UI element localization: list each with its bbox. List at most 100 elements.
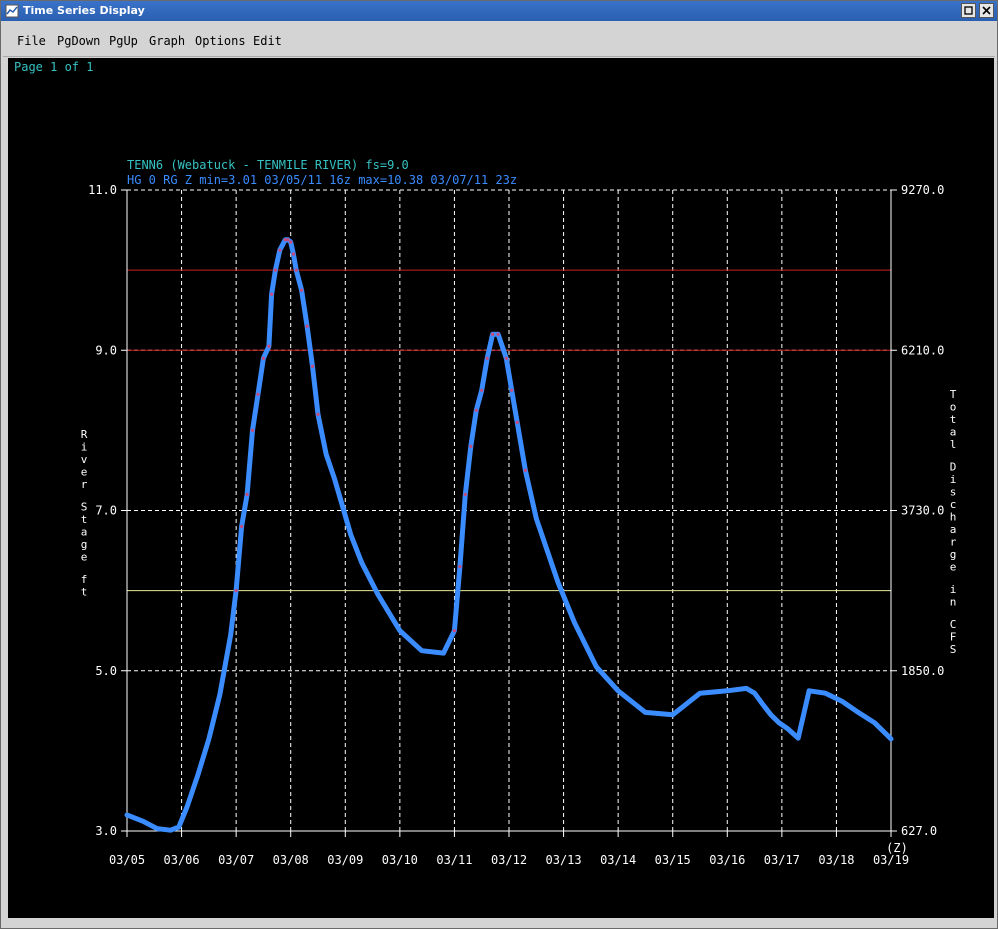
observation-marker bbox=[469, 444, 473, 448]
menu-edit[interactable]: Edit bbox=[253, 34, 282, 48]
x-unit-label: (Z) bbox=[886, 841, 908, 855]
observation-marker bbox=[291, 252, 295, 256]
x-tick-label: 03/11 bbox=[436, 853, 472, 867]
svg-text:g: g bbox=[81, 538, 88, 551]
observation-marker bbox=[458, 565, 462, 569]
observation-marker bbox=[286, 238, 290, 242]
svg-text:r: r bbox=[81, 478, 88, 491]
observation-marker bbox=[474, 408, 478, 412]
x-tick-label: 03/18 bbox=[818, 853, 854, 867]
x-tick-label: 03/05 bbox=[109, 853, 145, 867]
menu-options[interactable]: Options bbox=[195, 34, 246, 48]
svg-text:n: n bbox=[950, 596, 957, 609]
svg-text:v: v bbox=[81, 453, 88, 466]
observation-marker bbox=[267, 344, 271, 348]
app-icon bbox=[5, 4, 19, 18]
observation-marker bbox=[294, 268, 298, 272]
y2-axis-label: TotalDischargeinCFS bbox=[950, 388, 957, 656]
menu-pgup[interactable]: PgUp bbox=[109, 34, 138, 48]
observation-marker bbox=[300, 288, 304, 292]
svg-text:t: t bbox=[81, 586, 88, 599]
label-layer: 03/05 03/06 03/07 03/08 03/09 03/10 03/11 03/12… bbox=[81, 183, 957, 867]
observation-marker bbox=[234, 589, 238, 593]
svg-text:T: T bbox=[950, 388, 957, 401]
plot-area: Page 1 of 1 TENN6 (Webatuck - TENMILE RI… bbox=[8, 58, 994, 918]
observation-marker bbox=[515, 420, 519, 424]
svg-text:D: D bbox=[950, 461, 957, 474]
svg-text:i: i bbox=[950, 473, 957, 486]
chart-title: TENN6 (Webatuck - TENMILE RIVER) fs=9.0 bbox=[127, 158, 409, 172]
svg-text:l: l bbox=[950, 438, 957, 451]
x-tick-label: 03/19 bbox=[873, 853, 909, 867]
menu-bar: File PgDown PgUp Graph Options Edit bbox=[3, 26, 995, 57]
time-series-chart: TENN6 (Webatuck - TENMILE RIVER) fs=9.0 … bbox=[81, 158, 957, 867]
x-tick-label: 03/09 bbox=[327, 853, 363, 867]
observation-marker bbox=[273, 268, 277, 272]
observation-marker bbox=[310, 364, 315, 368]
y2-tick-label: 9270.0 bbox=[901, 183, 944, 197]
menu-graph[interactable]: Graph bbox=[149, 34, 185, 48]
observation-marker bbox=[480, 388, 484, 392]
window-title: Time Series Display bbox=[23, 4, 145, 17]
observation-marker bbox=[523, 468, 528, 472]
observation-marker bbox=[316, 412, 320, 416]
x-tick-label: 03/17 bbox=[764, 853, 800, 867]
observation-marker bbox=[504, 356, 508, 360]
svg-text:g: g bbox=[950, 548, 957, 561]
svg-text:o: o bbox=[950, 401, 957, 414]
observation-marker bbox=[510, 388, 514, 392]
x-tick-label: 03/10 bbox=[382, 853, 418, 867]
menu-file[interactable]: File bbox=[17, 34, 46, 48]
minimize-icon[interactable] bbox=[961, 3, 976, 18]
menu-pgdown[interactable]: PgDown bbox=[57, 34, 100, 48]
svg-text:e: e bbox=[81, 466, 88, 479]
svg-text:t: t bbox=[950, 413, 957, 426]
observation-marker bbox=[245, 492, 249, 497]
svg-text:F: F bbox=[950, 631, 957, 644]
observation-marker bbox=[463, 492, 467, 497]
svg-text:R: R bbox=[81, 428, 88, 441]
svg-text:e: e bbox=[950, 561, 957, 574]
svg-text:a: a bbox=[950, 523, 957, 536]
observation-marker bbox=[305, 324, 309, 328]
x-tick-label: 03/06 bbox=[164, 853, 200, 867]
y-tick-label: 9.0 bbox=[95, 343, 117, 357]
svg-text:t: t bbox=[81, 513, 88, 526]
observation-marker bbox=[491, 332, 495, 336]
observation-marker bbox=[289, 240, 293, 244]
x-tick-label: 03/13 bbox=[546, 853, 582, 867]
svg-text:i: i bbox=[81, 441, 88, 454]
svg-text:r: r bbox=[950, 536, 957, 549]
y-axis-label: RiverStageft bbox=[81, 428, 88, 599]
y2-tick-label: 6210.0 bbox=[901, 343, 944, 357]
svg-text:c: c bbox=[950, 498, 957, 511]
y2-tick-label: 3730.0 bbox=[901, 504, 944, 518]
y-tick-label: 7.0 bbox=[95, 504, 117, 518]
observation-marker bbox=[496, 332, 500, 336]
observation-marker bbox=[485, 356, 489, 360]
observation-marker bbox=[256, 392, 260, 396]
observation-marker bbox=[250, 428, 255, 432]
svg-text:s: s bbox=[950, 486, 957, 499]
title-bar[interactable]: Time Series Display bbox=[1, 1, 997, 21]
svg-text:h: h bbox=[950, 511, 957, 524]
x-tick-label: 03/07 bbox=[218, 853, 254, 867]
y-tick-label: 11.0 bbox=[88, 183, 117, 197]
observation-marker bbox=[278, 248, 282, 252]
svg-text:a: a bbox=[950, 426, 957, 439]
observation-marker bbox=[261, 356, 265, 360]
x-tick-label: 03/15 bbox=[655, 853, 691, 867]
observation-marker bbox=[452, 629, 456, 633]
svg-text:e: e bbox=[81, 551, 88, 564]
x-tick-label: 03/14 bbox=[600, 853, 636, 867]
observation-marker bbox=[270, 292, 274, 296]
close-icon[interactable] bbox=[979, 3, 994, 18]
y-tick-label: 5.0 bbox=[95, 664, 117, 678]
chart-subtitle: HG 0 RG Z min=3.01 03/05/11 16z max=10.3… bbox=[127, 173, 517, 187]
x-tick-label: 03/16 bbox=[709, 853, 745, 867]
svg-text:S: S bbox=[81, 501, 88, 514]
svg-text:C: C bbox=[950, 618, 957, 631]
svg-text:f: f bbox=[81, 573, 88, 586]
svg-text:i: i bbox=[950, 583, 957, 596]
x-tick-label: 03/08 bbox=[273, 853, 309, 867]
